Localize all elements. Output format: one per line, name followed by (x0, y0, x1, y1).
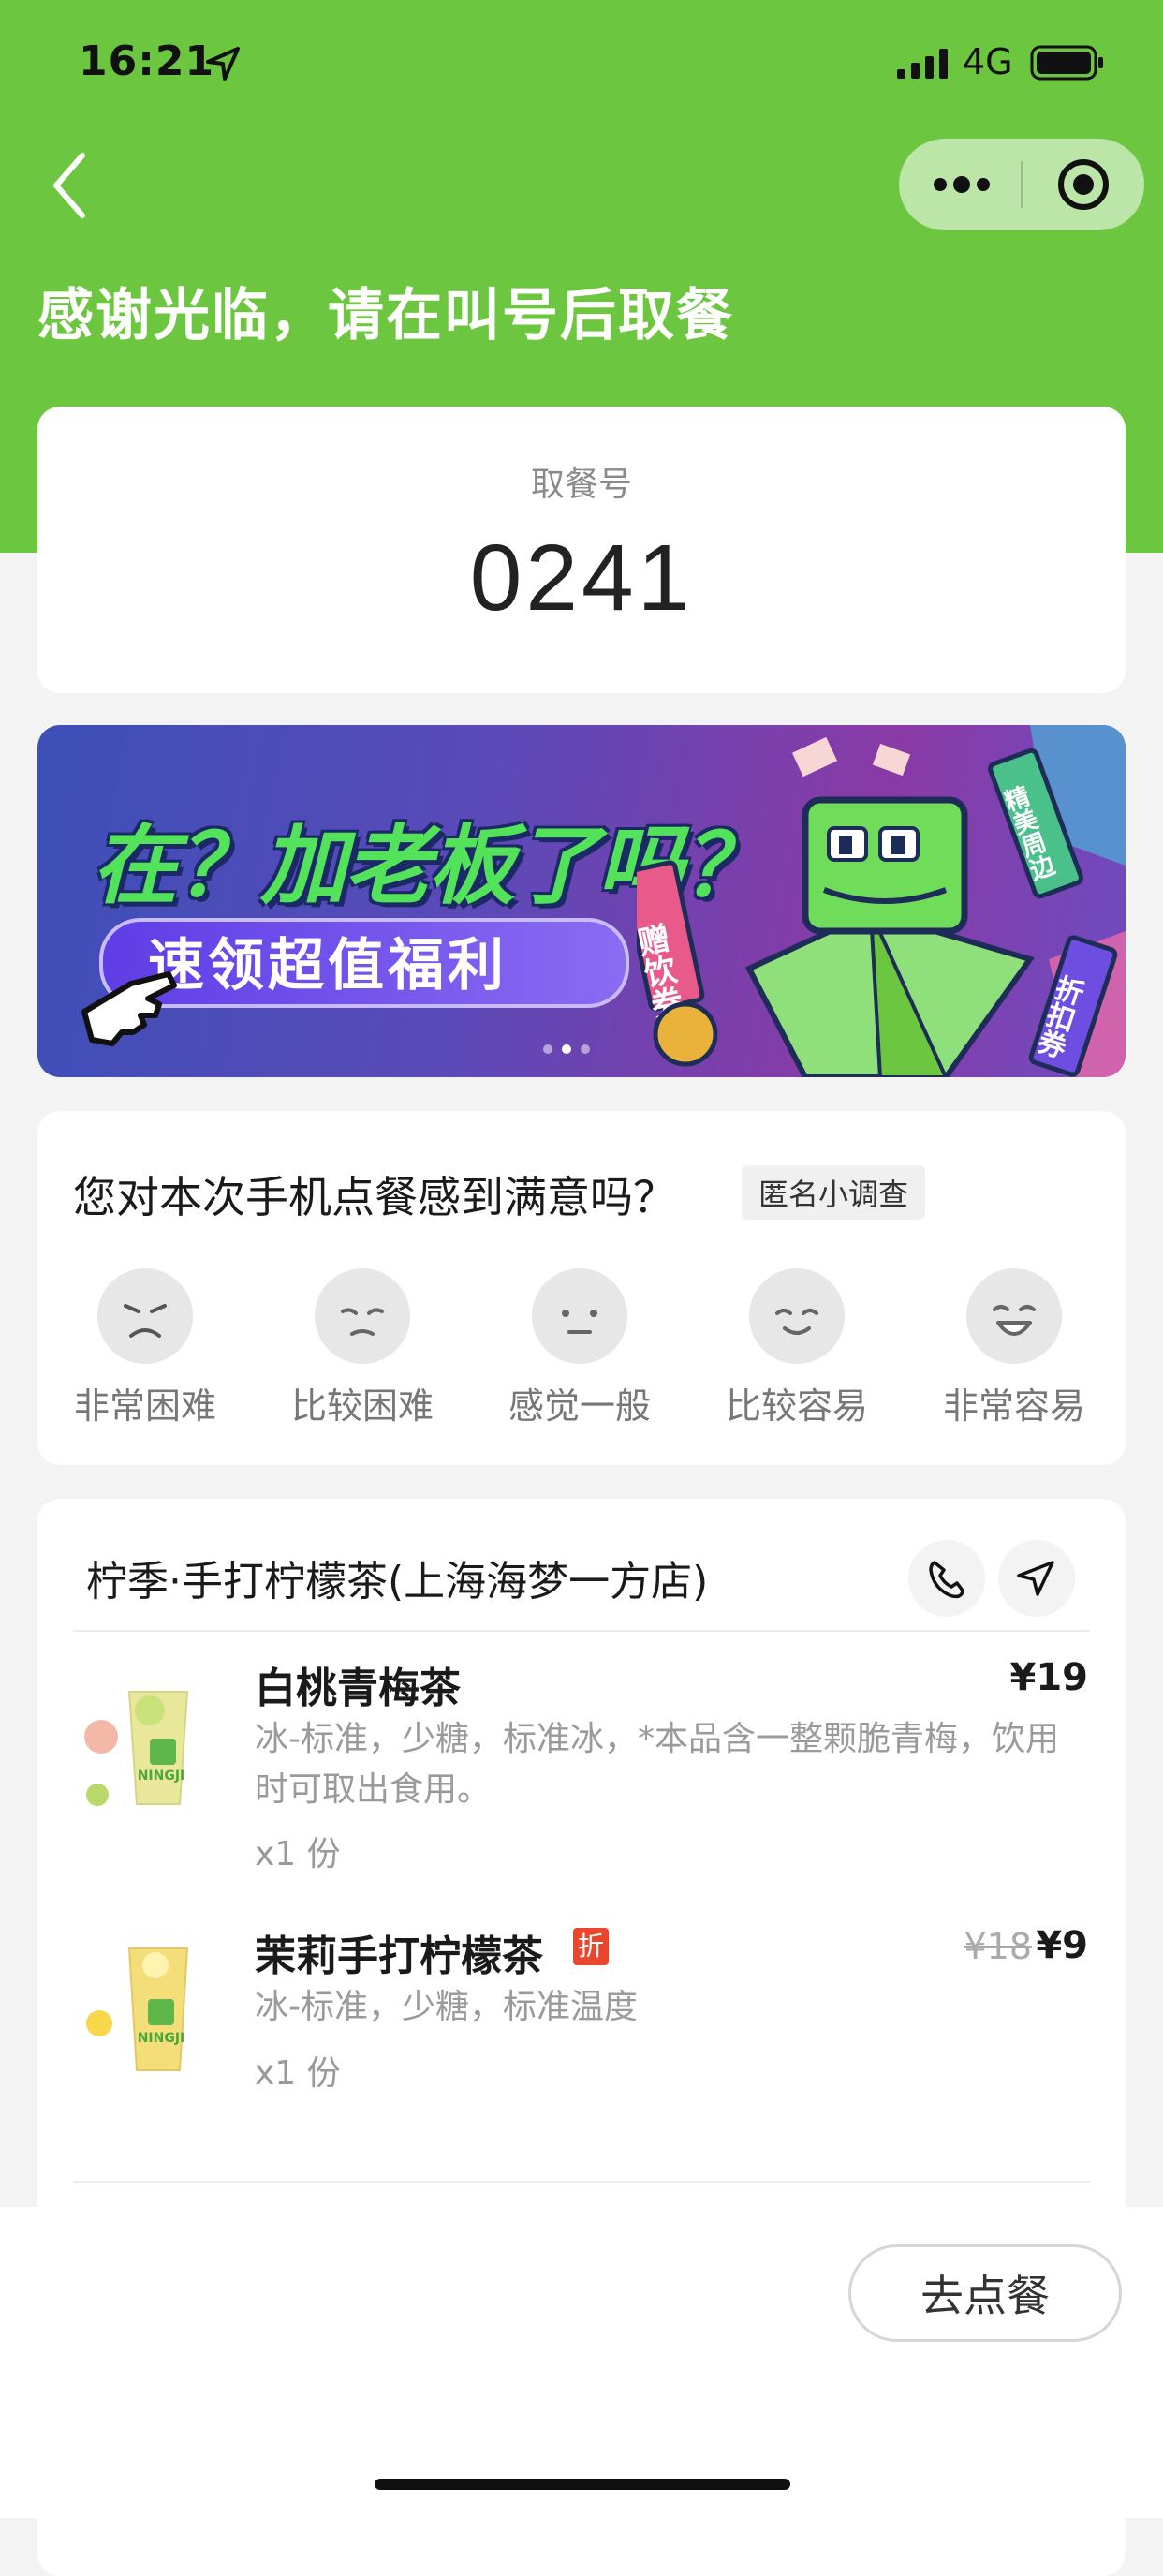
item-description: 冰-标准，少糖，标准冰，*本品含一整颗脆青梅，饮用时可取出食用。 (255, 1720, 1059, 1809)
svg-text:NINGJI: NINGJI (138, 2031, 185, 2046)
banner-pagination (543, 1040, 618, 1054)
jasmine-lemon-tea-image: NINGJI (75, 1920, 234, 2080)
item-name: 茉莉手打柠檬茶 (255, 1932, 543, 1980)
item-price: ¥9 (1036, 1924, 1088, 1967)
bottom-action-bar: 去点餐 (0, 2207, 1163, 2518)
pointing-hand-icon (81, 971, 177, 1046)
store-name: 柠季·手打柠檬茶(上海海梦一方店) (86, 1558, 709, 1606)
easy-face-icon[interactable] (749, 1268, 845, 1364)
item-quantity: x1 份 (255, 2054, 341, 2093)
close-program-icon[interactable] (1023, 139, 1144, 230)
page-headline: 感谢光临，请在叫号后取餐 (37, 283, 734, 348)
item-description: 冰-标准，少糖，标准温度 (255, 1988, 638, 2026)
option-hard-label: 比较困难 (290, 1385, 434, 1427)
location-arrow-icon (206, 47, 240, 81)
promo-banner[interactable]: 在？加老板了吗？ 速领超值福利 赠饮券 精美周边 折扣券 (37, 725, 1126, 1077)
navigation-arrow-icon[interactable] (998, 1540, 1075, 1617)
pagination-dot[interactable] (543, 1044, 552, 1054)
home-indicator[interactable] (375, 2479, 790, 2490)
battery-icon (1030, 45, 1103, 81)
pagination-dot[interactable] (581, 1044, 590, 1054)
banner-cta-label: 速领超值福利 (148, 933, 508, 999)
very-easy-face-icon[interactable] (966, 1268, 1062, 1364)
pickup-label: 取餐号 (530, 466, 632, 504)
white-peach-plum-tea-image: NINGJI (75, 1654, 234, 1814)
mascot-illustration: 赠饮券 精美周边 折扣券 (637, 725, 1126, 1077)
anonymous-survey-tag: 匿名小调查 (742, 1165, 926, 1220)
survey-question: 您对本次手机点餐感到满意吗？ (73, 1172, 676, 1222)
item-original-price: ¥18 (964, 1926, 1032, 1967)
item-price: ¥19 (1009, 1656, 1089, 1699)
pagination-dot-active[interactable] (562, 1044, 571, 1054)
item-name: 白桃青梅茶 (255, 1665, 461, 1712)
neutral-face-icon[interactable] (532, 1268, 627, 1364)
status-time: 16:21 (79, 37, 215, 85)
network-type: 4G (963, 41, 1013, 82)
back-arrow-icon[interactable] (49, 150, 90, 221)
pickup-number: 0241 (469, 526, 694, 630)
store-divider (73, 1630, 1090, 1632)
phone-icon[interactable] (908, 1540, 985, 1617)
items-divider (73, 2181, 1090, 2183)
option-neutral-label: 感觉一般 (508, 1385, 651, 1427)
satisfaction-survey-card: 您对本次手机点餐感到满意吗？ 匿名小调查 非常困难 比较困难 感觉一般 比较容易… (37, 1111, 1126, 1465)
pickup-number-card: 取餐号 0241 (37, 407, 1126, 693)
hard-face-icon[interactable] (315, 1268, 410, 1364)
option-very-easy-label: 非常容易 (942, 1385, 1085, 1427)
cellular-signal-icon (897, 49, 948, 79)
very-hard-face-icon[interactable] (97, 1268, 193, 1364)
more-options-icon[interactable] (899, 139, 1021, 230)
option-very-hard-label: 非常困难 (73, 1385, 216, 1427)
svg-text:NINGJI: NINGJI (138, 1769, 185, 1784)
option-easy-label: 比较容易 (725, 1385, 868, 1427)
mini-program-capsule (899, 139, 1144, 230)
discount-badge: 折 (573, 1928, 609, 1965)
go-order-button[interactable]: 去点餐 (848, 2244, 1122, 2342)
item-quantity: x1 份 (255, 1835, 341, 1873)
